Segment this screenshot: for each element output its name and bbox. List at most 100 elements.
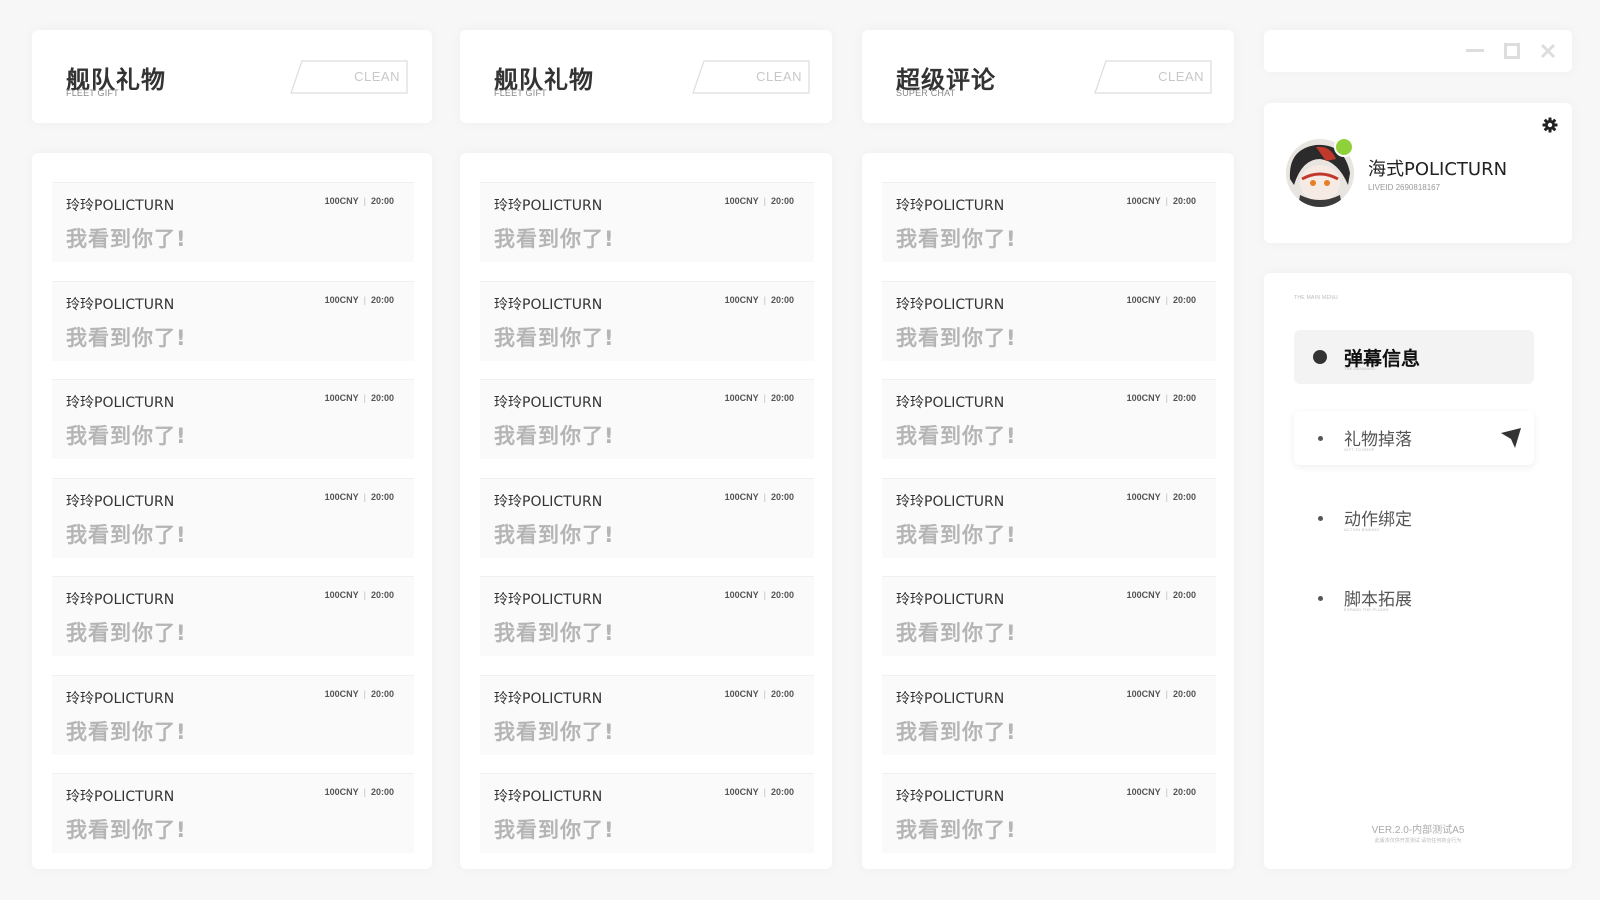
bullet-icon [1318, 516, 1323, 521]
message-meta: 100CNY | 20:00 [1127, 590, 1196, 600]
message-user: 玲玲POLICTURN [896, 690, 1005, 707]
message-meta: 100CNY | 20:00 [1127, 196, 1196, 206]
message-text: 我看到你了! [66, 818, 187, 842]
message-user: 玲玲POLICTURN [494, 690, 603, 707]
message-item[interactable]: 玲玲POLICTURN 100CNY | 20:00 我看到你了! [882, 576, 1216, 656]
meta-separator: | [763, 491, 766, 502]
message-item[interactable]: 玲玲POLICTURN 100CNY | 20:00 我看到你了! [52, 477, 414, 558]
message-item[interactable]: 玲玲POLICTURN 100CNY | 20:00 我看到你了! [52, 182, 414, 262]
message-time: 20:00 [370, 688, 394, 699]
menu-item-action-binding[interactable]: 动作绑定 ACTION BINDING [1294, 491, 1534, 545]
menu-item-danmaku[interactable]: 弹幕信息 THE DANMAKU [1294, 330, 1534, 384]
message-item[interactable]: 玲玲POLICTURN 100CNY | 20:00 我看到你了! [52, 674, 414, 755]
meta-separator: | [1165, 590, 1168, 600]
message-item[interactable]: 玲玲POLICTURN 100CNY | 20:00 我看到你了! [480, 379, 814, 459]
message-text: 我看到你了! [494, 621, 615, 645]
message-text: 我看到你了! [494, 818, 615, 842]
message-time: 20:00 [1172, 590, 1196, 600]
message-text: 我看到你了! [66, 227, 187, 251]
message-item[interactable]: 玲玲POLICTURN 100CNY | 20:00 我看到你了! [52, 280, 414, 361]
bullet-icon [1318, 596, 1323, 601]
message-amount: 100CNY [324, 196, 359, 206]
main-menu: THE MAIN MENU 弹幕信息 THE DANMAKU 礼物掉落 GIFT… [1264, 273, 1572, 869]
message-meta: 100CNY | 20:00 [325, 492, 394, 502]
message-meta: 100CNY | 20:00 [725, 393, 794, 403]
message-amount: 100CNY [724, 491, 759, 502]
message-item[interactable]: 玲玲POLICTURN 100CNY | 20:00 我看到你了! [480, 280, 814, 361]
message-meta: 100CNY | 20:00 [725, 295, 794, 305]
clean-button-label: CLEAN [354, 69, 400, 84]
message-list-3[interactable]: 玲玲POLICTURN 100CNY | 20:00 我看到你了! 玲玲POLICTURN… [862, 153, 1234, 869]
message-text: 我看到你了! [494, 227, 615, 251]
message-amount: 100CNY [1126, 196, 1161, 206]
message-user: 玲玲POLICTURN [896, 592, 1005, 608]
message-text: 我看到你了! [896, 719, 1017, 744]
message-item[interactable]: 玲玲POLICTURN 100CNY | 20:00 我看到你了! [882, 477, 1216, 558]
message-time: 20:00 [770, 688, 794, 699]
message-user: 玲玲POLICTURN [896, 198, 1005, 214]
meta-separator: | [1165, 688, 1168, 699]
message-amount: 100CNY [1126, 294, 1161, 305]
window-controls [1264, 30, 1572, 72]
message-time: 20:00 [1172, 393, 1196, 403]
message-meta: 100CNY | 20:00 [725, 590, 794, 600]
message-item[interactable]: 玲玲POLICTURN 100CNY | 20:00 我看到你了! [882, 280, 1216, 361]
close-icon[interactable] [1540, 43, 1556, 59]
message-time: 20:00 [1172, 196, 1196, 206]
meta-separator: | [1165, 787, 1168, 797]
message-amount: 100CNY [324, 787, 359, 797]
meta-separator: | [363, 294, 366, 305]
message-amount: 100CNY [724, 294, 759, 305]
message-text: 我看到你了! [896, 424, 1017, 448]
message-item[interactable]: 玲玲POLICTURN 100CNY | 20:00 我看到你了! [52, 379, 414, 459]
message-amount: 100CNY [724, 787, 759, 797]
message-item[interactable]: 玲玲POLICTURN 100CNY | 20:00 我看到你了! [882, 674, 1216, 755]
bullet-icon [1313, 350, 1327, 364]
message-item[interactable]: 玲玲POLICTURN 100CNY | 20:00 我看到你了! [52, 576, 414, 656]
message-time: 20:00 [1172, 491, 1196, 502]
menu-item-script-expand[interactable]: 脚本拓展 EXPAND THE PLUGIN [1294, 571, 1534, 625]
message-item[interactable]: 玲玲POLICTURN 100CNY | 20:00 我看到你了! [480, 576, 814, 656]
message-item[interactable]: 玲玲POLICTURN 100CNY | 20:00 我看到你了! [480, 674, 814, 755]
clean-button-label: CLEAN [756, 69, 802, 84]
message-user: 玲玲POLICTURN [494, 493, 603, 510]
message-item[interactable]: 玲玲POLICTURN 100CNY | 20:00 我看到你了! [52, 773, 414, 853]
gear-icon[interactable] [1542, 117, 1558, 133]
meta-separator: | [1165, 196, 1168, 206]
clean-button[interactable]: CLEAN [692, 60, 810, 94]
message-list-1[interactable]: 玲玲POLICTURN 100CNY | 20:00 我看到你了! 玲玲POLICTURN… [32, 153, 432, 869]
message-item[interactable]: 玲玲POLICTURN 100CNY | 20:00 我看到你了! [882, 773, 1216, 853]
clean-button[interactable]: CLEAN [1094, 60, 1212, 94]
message-text: 我看到你了! [896, 325, 1017, 350]
clean-button[interactable]: CLEAN [290, 60, 408, 94]
menu-item-gift-drop[interactable]: 礼物掉落 GIFT TO DROP [1294, 411, 1534, 465]
message-amount: 100CNY [724, 590, 759, 600]
message-meta: 100CNY | 20:00 [325, 393, 394, 403]
minimize-icon[interactable] [1466, 49, 1484, 53]
online-status-dot [1334, 137, 1354, 157]
message-user: 玲玲POLICTURN [896, 296, 1005, 313]
bullet-icon [1318, 436, 1323, 441]
message-item[interactable]: 玲玲POLICTURN 100CNY | 20:00 我看到你了! [882, 182, 1216, 262]
meta-separator: | [763, 393, 766, 403]
message-meta: 100CNY | 20:00 [325, 689, 394, 699]
message-item[interactable]: 玲玲POLICTURN 100CNY | 20:00 我看到你了! [480, 477, 814, 558]
message-user: 玲玲POLICTURN [66, 395, 175, 411]
message-item[interactable]: 玲玲POLICTURN 100CNY | 20:00 我看到你了! [480, 773, 814, 853]
message-meta: 100CNY | 20:00 [1127, 492, 1196, 502]
profile-name: 海式POLICTURN [1368, 159, 1508, 180]
message-item[interactable]: 玲玲POLICTURN 100CNY | 20:00 我看到你了! [882, 379, 1216, 459]
message-text: 我看到你了! [494, 522, 615, 547]
meta-separator: | [1165, 393, 1168, 403]
message-time: 20:00 [770, 196, 794, 206]
message-user: 玲玲POLICTURN [66, 592, 175, 608]
message-text: 我看到你了! [896, 621, 1017, 645]
version-notice: 此版本仅供开发测试 请勿任何商业行为 [1374, 838, 1462, 844]
message-item[interactable]: 玲玲POLICTURN 100CNY | 20:00 我看到你了! [480, 182, 814, 262]
maximize-icon[interactable] [1504, 43, 1520, 59]
message-time: 20:00 [770, 393, 794, 403]
menu-item-sub: EXPAND THE PLUGIN [1344, 607, 1389, 612]
profile-card: 海式POLICTURN LIVEID 2690818167 [1264, 103, 1572, 243]
message-list-2[interactable]: 玲玲POLICTURN 100CNY | 20:00 我看到你了! 玲玲POLICTURN… [460, 153, 832, 869]
message-time: 20:00 [770, 590, 794, 600]
